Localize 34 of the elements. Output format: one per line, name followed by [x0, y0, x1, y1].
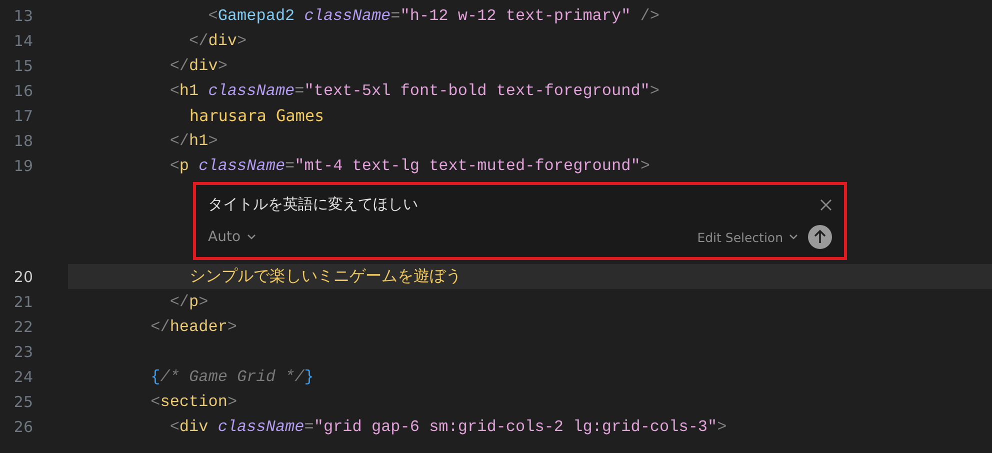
- code-line: <p className="mt-4 text-lg text-muted-foreground">: [168, 156, 650, 174]
- close-icon[interactable]: [820, 198, 832, 210]
- code-line: <section>: [150, 392, 238, 410]
- line-number: 19: [12, 156, 33, 174]
- code-line: <Gamepad2 className="h-12 w-12 text-primary" />: [207, 6, 660, 24]
- code-line: シンプルで楽しいミニゲームを遊ぼう: [188, 266, 462, 287]
- code-line: {/* Game Grid */}: [150, 368, 314, 386]
- line-number: 23: [12, 342, 33, 360]
- line-number: 24: [12, 368, 33, 386]
- line-number: 18: [12, 132, 33, 150]
- line-number: 13: [12, 6, 33, 24]
- mode-dropdown[interactable]: Auto: [208, 229, 256, 245]
- prompt-input[interactable]: タイトルを英語に変えてほしい: [208, 195, 418, 214]
- line-number: 15: [12, 56, 33, 74]
- action-dropdown[interactable]: Edit Selection: [697, 230, 798, 244]
- chevron-down-icon: [789, 234, 798, 240]
- line-number: 20: [12, 268, 33, 286]
- line-number: 16: [12, 82, 33, 100]
- code-line: </p>: [168, 292, 208, 310]
- send-button[interactable]: [808, 225, 832, 249]
- code-line: </div>: [188, 32, 247, 50]
- code-line: harusara Games: [188, 106, 324, 126]
- chevron-down-icon: [246, 234, 256, 240]
- line-number: 14: [12, 32, 33, 50]
- line-number: 25: [12, 392, 33, 410]
- code-line: </header>: [150, 318, 238, 336]
- code-line: <h1 className="text-5xl font-bold text-foreground">: [168, 82, 660, 100]
- code-line: </div>: [168, 56, 228, 74]
- line-number: 22: [12, 318, 33, 336]
- line-number: 17: [12, 106, 33, 124]
- line-number: 21: [12, 292, 33, 310]
- code-line: <div className="grid gap-6 sm:grid-cols-2 lg:grid-cols-3">: [168, 418, 727, 436]
- code-line: </h1>: [168, 132, 218, 150]
- line-number: 26: [12, 418, 33, 436]
